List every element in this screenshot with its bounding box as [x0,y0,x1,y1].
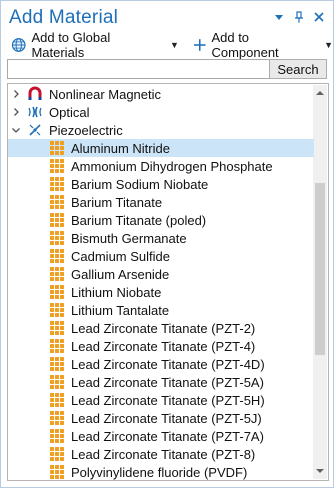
add-to-global-materials-button[interactable]: Add to Global Materials ▼ [11,30,179,60]
tree-material-label: Lead Zirconate Titanate (PZT-4) [71,339,256,354]
tree-material-item[interactable]: Lead Zirconate Titanate (PZT-5J) [8,409,314,427]
material-grid-icon [49,140,65,156]
tree-category-label: Piezoelectric [49,123,123,138]
tree-category[interactable]: Nonlinear Magnetic [8,85,314,103]
material-grid-icon [49,230,65,246]
title-bar: Add Material [1,1,333,33]
material-grid-icon [49,464,65,480]
close-icon[interactable] [313,11,325,23]
tree-material-item[interactable]: Barium Titanate (poled) [8,211,314,229]
add-to-component-label: Add to Component [211,30,279,60]
chevron-down-icon: ▼ [324,40,333,50]
tree-category[interactable]: Piezoelectric [8,121,314,139]
material-grid-icon [49,428,65,444]
tree-material-label: Lead Zirconate Titanate (PZT-5J) [71,411,262,426]
tree-material-item[interactable]: Lead Zirconate Titanate (PZT-2) [8,319,314,337]
material-grid-icon [49,176,65,192]
dropdown-arrow-icon[interactable] [273,11,285,23]
plus-icon [193,39,206,51]
tree-material-item[interactable]: Bismuth Germanate [8,229,314,247]
toolbar: Add to Global Materials ▼ Add to Compone… [1,30,333,60]
pin-icon[interactable] [293,11,305,23]
search-input[interactable] [7,59,271,79]
tree-material-item[interactable]: Polyvinylidene fluoride (PVDF) [8,463,314,480]
globe-icon [11,38,26,52]
optical-icon [27,104,43,120]
scroll-thumb[interactable] [315,183,325,355]
tree-material-label: Barium Titanate [71,195,163,210]
material-grid-icon [49,266,65,282]
tree-material-item[interactable]: Lead Zirconate Titanate (PZT-5A) [8,373,314,391]
material-grid-icon [49,320,65,336]
tree-material-item[interactable]: Aluminum Nitride [8,139,314,157]
tree-material-item[interactable]: Lead Zirconate Titanate (PZT-4D) [8,355,314,373]
material-grid-icon [49,446,65,462]
scroll-down-icon [316,469,324,473]
scroll-up-icon [316,91,324,95]
chevron-right-icon[interactable] [11,89,21,99]
tree-material-label: Polyvinylidene fluoride (PVDF) [71,465,248,480]
piezoelectric-icon [27,122,43,138]
material-grid-icon [49,302,65,318]
scroll-down-arrow[interactable] [313,463,327,479]
chevron-right-icon[interactable] [11,107,21,117]
tree-material-label: Cadmium Sulfide [71,249,170,264]
chevron-down-icon: ▼ [170,40,179,50]
tree-material-label: Bismuth Germanate [71,231,187,246]
material-grid-icon [49,338,65,354]
material-grid-icon [49,284,65,300]
scroll-up-arrow[interactable] [313,85,327,101]
tree-category-label: Nonlinear Magnetic [49,87,162,102]
tree-material-item[interactable]: Lithium Tantalate [8,301,314,319]
tree-material-item[interactable]: Cadmium Sulfide [8,247,314,265]
material-grid-icon [49,392,65,408]
tree-material-item[interactable]: Lead Zirconate Titanate (PZT-7A) [8,427,314,445]
tree-material-label: Barium Sodium Niobate [71,177,209,192]
tree-material-label: Lead Zirconate Titanate (PZT-2) [71,321,256,336]
tree-material-item[interactable]: Barium Sodium Niobate [8,175,314,193]
material-grid-icon [49,248,65,264]
tree-category[interactable]: Optical [8,103,314,121]
material-grid-icon [49,410,65,426]
tree-material-item[interactable]: Lead Zirconate Titanate (PZT-8) [8,445,314,463]
search-button[interactable]: Search [269,59,327,79]
tree-material-label: Barium Titanate (poled) [71,213,207,228]
tree-material-label: Aluminum Nitride [71,141,170,156]
material-grid-icon [49,356,65,372]
tree-material-label: Lithium Tantalate [71,303,170,318]
tree-material-label: Lead Zirconate Titanate (PZT-8) [71,447,256,462]
material-grid-icon [49,158,65,174]
add-material-panel: Add Material Add to Global Materials ▼ A… [0,0,334,488]
tree-material-label: Lead Zirconate Titanate (PZT-5A) [71,375,264,390]
tree-material-label: Gallium Arsenide [71,267,170,282]
chevron-down-icon[interactable] [11,125,21,135]
tree-material-label: Lead Zirconate Titanate (PZT-5H) [71,393,265,408]
magnet-icon [27,86,43,102]
material-grid-icon [49,212,65,228]
add-to-component-button[interactable]: Add to Component ▼ [193,30,333,60]
material-grid-icon [49,374,65,390]
tree-material-item[interactable]: Gallium Arsenide [8,265,314,283]
material-grid-icon [49,194,65,210]
tree-material-label: Lead Zirconate Titanate (PZT-4D) [71,357,265,372]
title-bar-buttons [273,11,325,23]
search-row: Search [7,59,327,79]
tree-material-item[interactable]: Ammonium Dihydrogen Phosphate [8,157,314,175]
vertical-scrollbar[interactable] [313,85,327,479]
tree-material-item[interactable]: Barium Titanate [8,193,314,211]
material-tree[interactable]: Nonlinear Magnetic Optical Piezoelectric Al… [7,83,329,481]
tree-material-item[interactable]: Lead Zirconate Titanate (PZT-4) [8,337,314,355]
tree-material-label: Ammonium Dihydrogen Phosphate [71,159,273,174]
panel-title: Add Material [9,7,119,28]
tree-material-label: Lead Zirconate Titanate (PZT-7A) [71,429,264,444]
tree-category-label: Optical [49,105,90,120]
tree-material-label: Lithium Niobate [71,285,162,300]
tree-material-item[interactable]: Lead Zirconate Titanate (PZT-5H) [8,391,314,409]
tree-material-item[interactable]: Lithium Niobate [8,283,314,301]
add-to-global-materials-label: Add to Global Materials [31,30,111,60]
